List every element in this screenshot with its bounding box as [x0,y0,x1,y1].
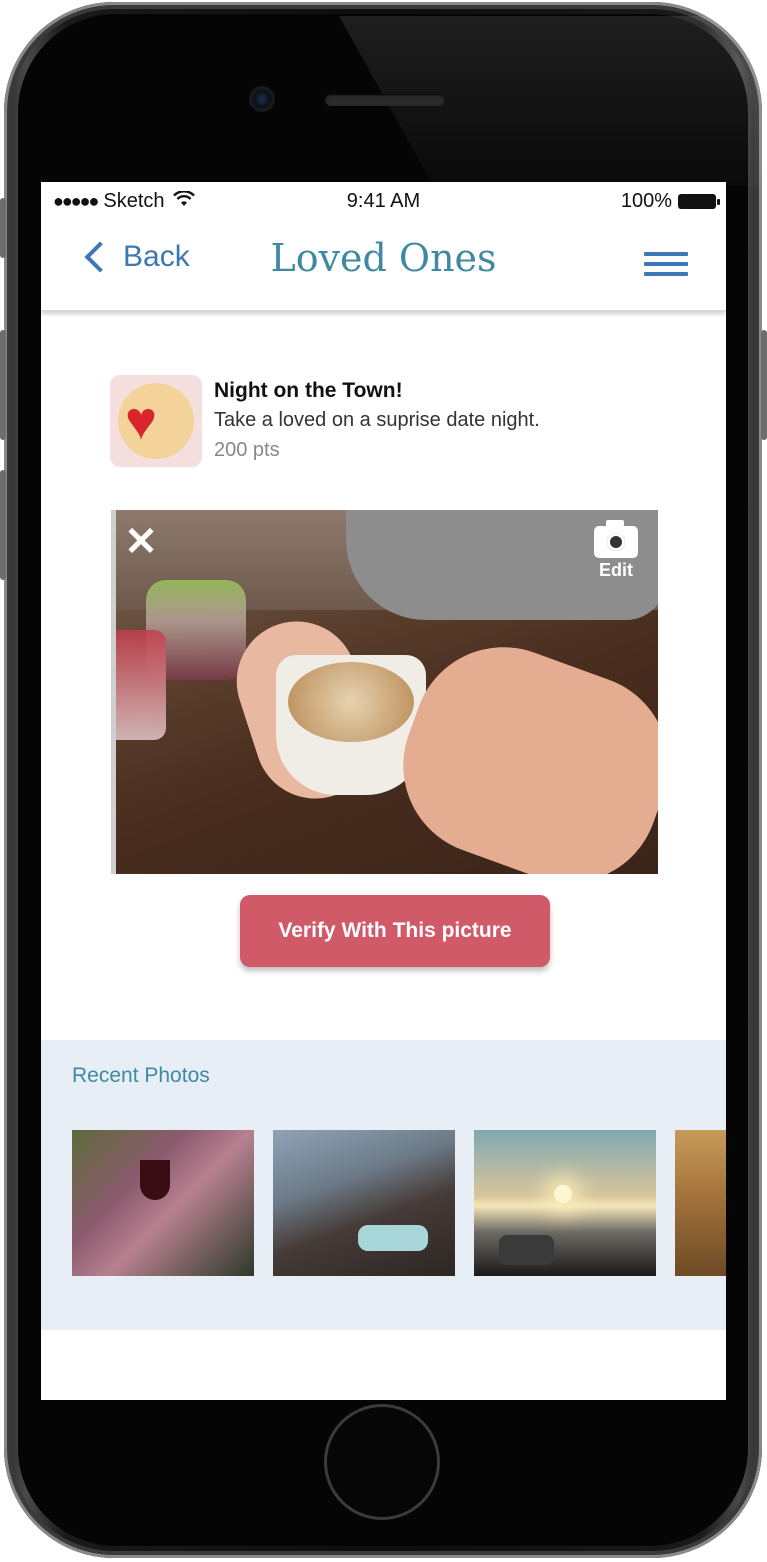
battery-icon [678,194,720,209]
recent-photo-thumb[interactable] [72,1130,254,1276]
power-button [761,330,767,440]
task-description: Take a loved on a suprise date night. [214,409,540,431]
battery-percent: 100% [620,190,672,212]
recent-photo-thumb[interactable] [675,1130,726,1276]
front-camera [249,86,275,112]
page-title: Loved Ones [270,236,497,280]
mute-switch [0,198,6,258]
volume-up-button [0,330,6,440]
close-icon[interactable]: ✕ [123,522,159,562]
battery-status: 100% [620,190,720,213]
task-points: 200 pts [214,439,280,461]
app-screen: ●●●●● Sketch 9:41 AM 100% Back Loved One… [41,182,726,1400]
edit-label: Edit [599,560,633,580]
task-card: ♥ Night on the Town! Take a loved on a s… [110,375,670,467]
selected-photo [111,510,658,874]
recent-photos-section: Recent Photos [41,1040,726,1330]
nav-bar: Back Loved Ones [41,218,726,311]
camera-icon [594,520,638,558]
menu-icon[interactable] [644,252,688,282]
verify-button[interactable]: Verify With This picture [240,895,550,967]
heart-icon: ♥ [110,375,202,467]
recent-photo-thumb[interactable] [474,1130,656,1276]
edit-photo-button[interactable]: Edit [591,520,641,581]
volume-down-button [0,470,6,580]
home-button[interactable] [324,1404,440,1520]
earpiece-speaker [325,94,445,106]
status-bar: ●●●●● Sketch 9:41 AM 100% [41,182,726,218]
recent-photos-title: Recent Photos [72,1064,210,1087]
recent-photo-thumb[interactable] [273,1130,455,1276]
task-name: Night on the Town! [214,379,403,402]
